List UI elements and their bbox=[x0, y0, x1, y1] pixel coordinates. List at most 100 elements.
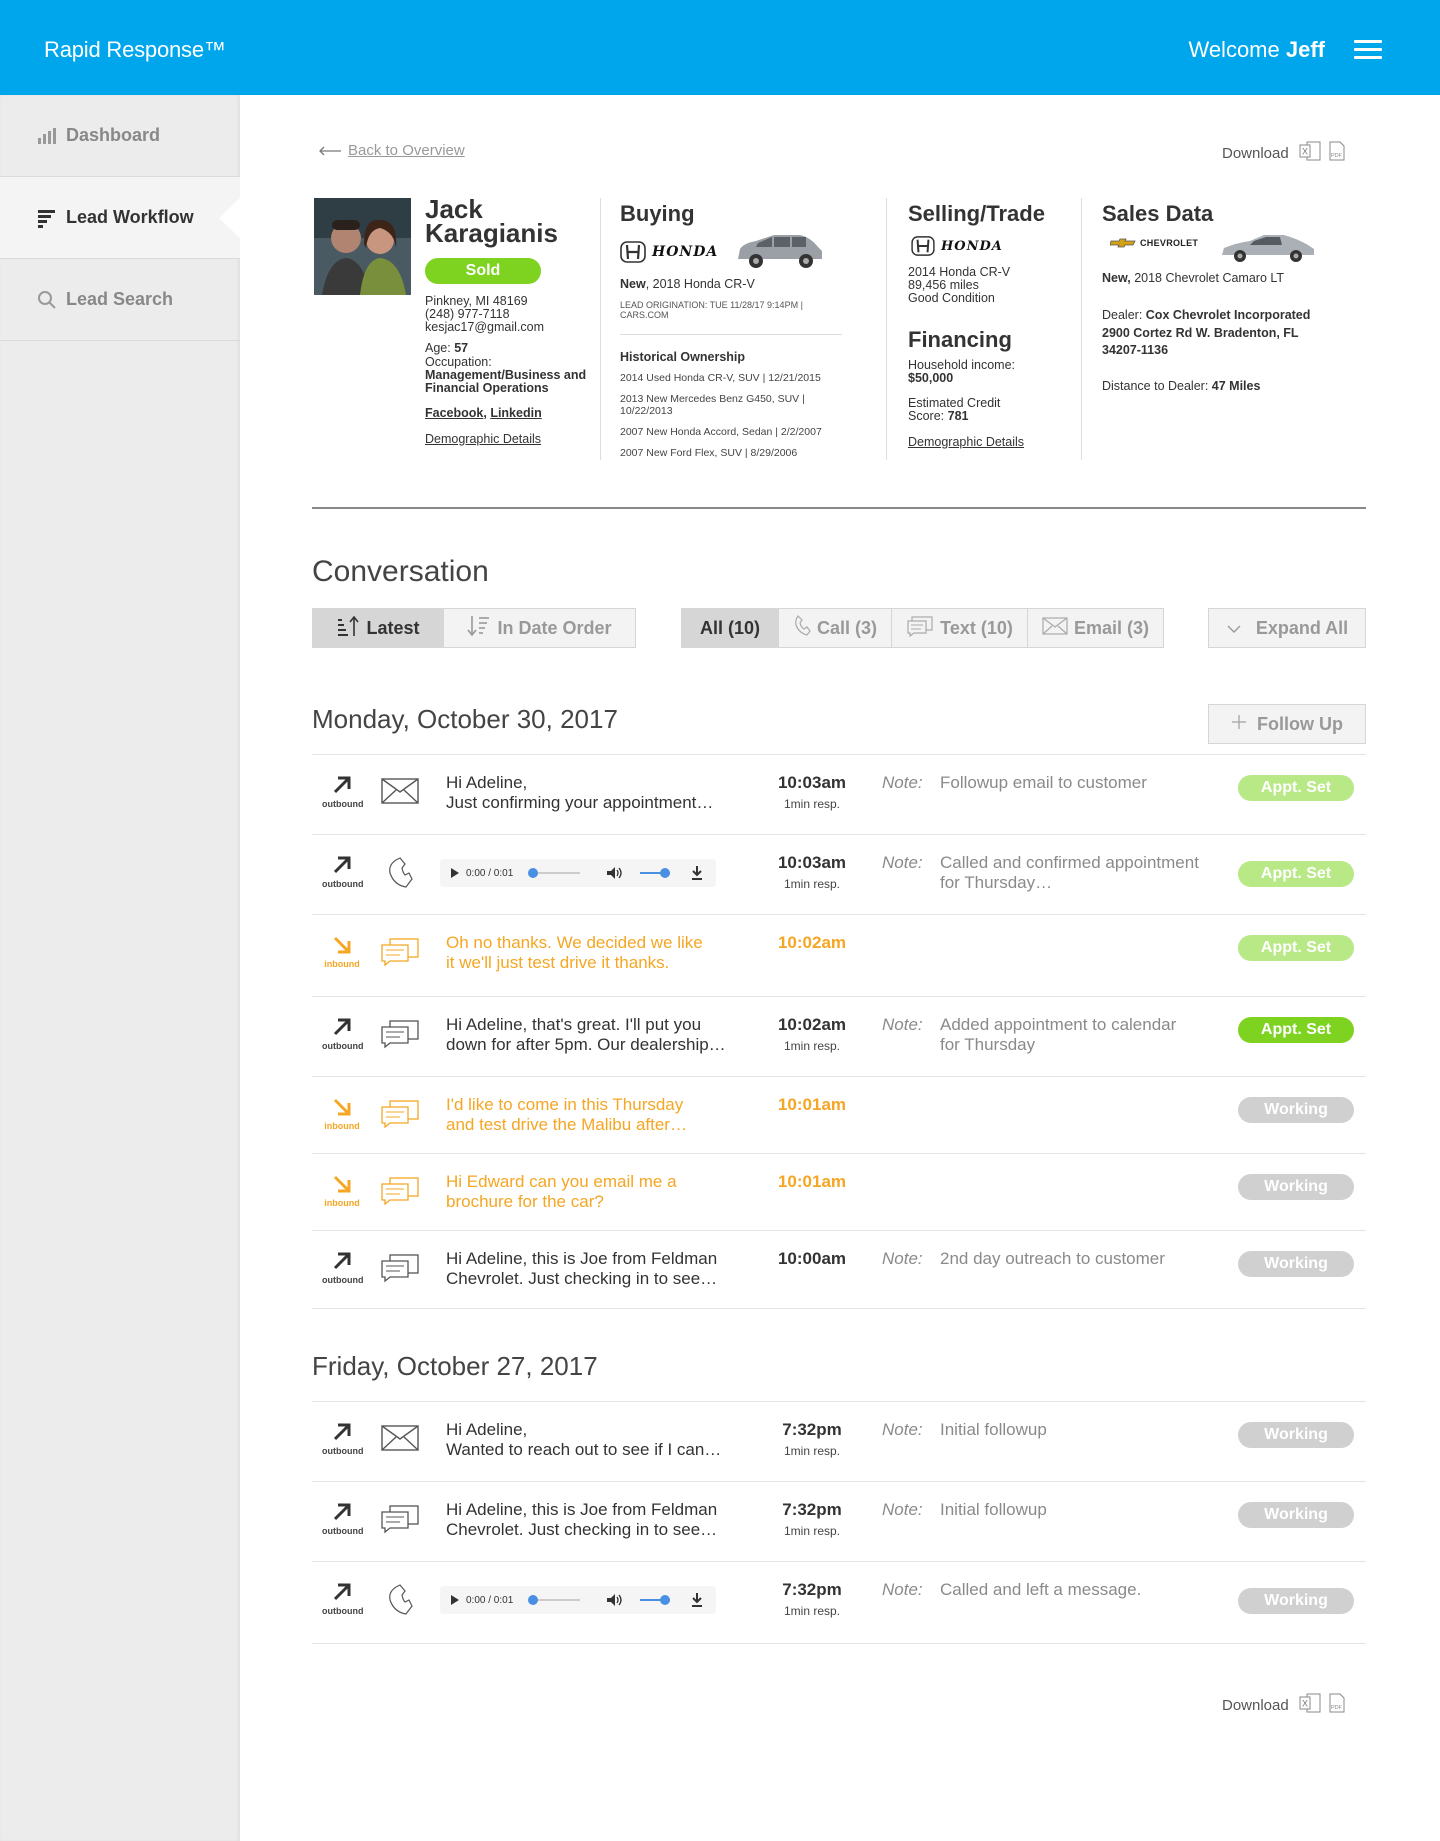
linkedin-link[interactable]: Linkedin bbox=[490, 406, 541, 420]
sidebar-item-label: Lead Workflow bbox=[66, 207, 194, 227]
play-icon[interactable] bbox=[450, 867, 460, 879]
distance-label: Distance to Dealer: bbox=[1102, 378, 1209, 393]
status-badge[interactable]: Appt. Set bbox=[1238, 861, 1354, 887]
arrow-outbound-icon bbox=[333, 856, 351, 874]
volume-icon[interactable] bbox=[606, 866, 624, 880]
arrow-left-icon bbox=[318, 143, 342, 160]
status-badge[interactable]: Working bbox=[1238, 1174, 1354, 1200]
download-icon[interactable] bbox=[690, 865, 704, 881]
audio-progress-thumb[interactable] bbox=[528, 868, 538, 878]
message-line: Just confirming your appointment… bbox=[446, 793, 714, 812]
hamburger-menu-icon[interactable] bbox=[1354, 40, 1382, 59]
lead-name: Jack Karagianis bbox=[425, 196, 558, 246]
lead-email[interactable]: kesjac17@gmail.com bbox=[425, 321, 595, 334]
arrow-inbound-icon bbox=[333, 1098, 351, 1116]
note: Note: Called and confirmed appointment fo… bbox=[882, 853, 1199, 897]
conversation-row[interactable]: inbound Oh no thanks. We decided we like i… bbox=[312, 915, 1366, 997]
sidebar-item-label: Dashboard bbox=[66, 125, 161, 145]
volume-track[interactable] bbox=[640, 868, 670, 878]
audio-progress-track[interactable] bbox=[528, 1595, 580, 1605]
play-icon[interactable] bbox=[450, 1594, 460, 1606]
credit-score: Estimated Credit Score: 781 bbox=[908, 397, 1038, 423]
note-label: Note: bbox=[882, 1580, 923, 1599]
conversation-row[interactable]: outbound Hi Adeline, Wanted to reach out t… bbox=[312, 1402, 1366, 1482]
follow-up-button[interactable]: Follow Up bbox=[1208, 704, 1366, 744]
status-badge[interactable]: Working bbox=[1238, 1502, 1354, 1528]
volume-icon[interactable] bbox=[606, 1593, 624, 1607]
direction-label: outbound bbox=[322, 1275, 364, 1285]
demographic-details-link[interactable]: Demographic Details bbox=[425, 432, 595, 446]
dealer-label: Dealer: bbox=[1102, 308, 1143, 322]
social-links: Facebook, Linkedin bbox=[425, 406, 595, 420]
time-value: 10:00am bbox=[777, 1249, 847, 1268]
sidebar-item-dashboard[interactable]: Dashboard bbox=[0, 95, 240, 177]
day-heading: Monday, October 30, 2017 bbox=[312, 704, 618, 734]
pdf-icon[interactable]: PDF bbox=[1329, 141, 1345, 165]
excel-icon[interactable]: X bbox=[1299, 1693, 1321, 1717]
status-badge[interactable]: Working bbox=[1238, 1422, 1354, 1448]
list-icon bbox=[36, 208, 58, 228]
status-badge[interactable]: Appt. Set bbox=[1238, 935, 1354, 961]
excel-icon[interactable]: X bbox=[1299, 141, 1321, 165]
message-time: 7:32pm 1min resp. bbox=[762, 1580, 862, 1618]
note-text: Added appointment to calendar for Thursd… bbox=[940, 1015, 1177, 1054]
day-heading: Friday, October 27, 2017 bbox=[312, 1351, 598, 1381]
audio-player[interactable]: 0:00 / 0:01 bbox=[440, 859, 716, 887]
demographic-details-link[interactable]: Demographic Details bbox=[908, 435, 1038, 449]
sidebar-item-lead-workflow[interactable]: Lead Workflow bbox=[0, 177, 241, 259]
filter-call-button[interactable]: Call (3) bbox=[778, 608, 892, 648]
filter-all-button[interactable]: All (10) bbox=[681, 608, 779, 648]
age-label: Age: bbox=[425, 341, 451, 356]
arrow-inbound-icon bbox=[333, 1175, 351, 1193]
conversation-row[interactable]: outbound Hi Adeline, this is Joe from Fel… bbox=[312, 1482, 1366, 1562]
direction-label: outbound bbox=[322, 1041, 364, 1051]
response-time: 1min resp. bbox=[783, 797, 841, 811]
filter-text-button[interactable]: Text (10) bbox=[891, 608, 1028, 648]
time-value: 7:32pm bbox=[782, 1580, 842, 1599]
status-badge[interactable]: Appt. Set bbox=[1238, 775, 1354, 801]
occupation-value: Management/Business and Financial Operat… bbox=[425, 367, 587, 395]
message-time: 7:32pm 1min resp. bbox=[762, 1420, 862, 1458]
conversation-row[interactable]: inbound I'd like to come in this Thursday… bbox=[312, 1077, 1366, 1154]
status-badge[interactable]: Working bbox=[1238, 1588, 1354, 1614]
conversation-row[interactable]: outbound Hi Adeline, this is Joe from Fel… bbox=[312, 1231, 1366, 1309]
sidebar-item-lead-search[interactable]: Lead Search bbox=[0, 259, 240, 341]
message-line: it we'll just test drive it thanks. bbox=[446, 953, 670, 972]
chevrolet-wordmark: CHEVROLET bbox=[1140, 238, 1199, 248]
conversation-row[interactable]: outbound 0:00 / 0:01 7:32pm 1min resp. Note:… bbox=[312, 1562, 1366, 1644]
download-icon[interactable] bbox=[690, 1592, 704, 1608]
status-badge[interactable]: Working bbox=[1238, 1097, 1354, 1123]
conversation-row[interactable]: outbound Hi Adeline, Just confirming your … bbox=[312, 755, 1366, 835]
history-item: 2007 New Honda Accord, Sedan | 2/2/2007 bbox=[620, 426, 822, 439]
sidebar: Dashboard Lead Workflow Lead Search bbox=[0, 95, 241, 1841]
audio-progress-track[interactable] bbox=[528, 868, 580, 878]
volume-thumb[interactable] bbox=[660, 868, 670, 878]
facebook-link[interactable]: Facebook bbox=[425, 406, 483, 420]
audio-player[interactable]: 0:00 / 0:01 bbox=[440, 1586, 716, 1614]
pdf-icon[interactable]: PDF bbox=[1329, 1693, 1345, 1717]
status-badge[interactable]: Working bbox=[1238, 1251, 1354, 1277]
sidebar-item-label: Lead Search bbox=[66, 289, 174, 309]
status-badge[interactable]: Appt. Set bbox=[1238, 1017, 1354, 1043]
volume-track[interactable] bbox=[640, 1595, 670, 1605]
direction-inbound: inbound bbox=[322, 1172, 362, 1208]
note: Note: 2nd day outreach to customer bbox=[882, 1249, 1192, 1293]
conversation-row[interactable]: outbound 0:00 / 0:01 10:03am 1min resp. Note… bbox=[312, 835, 1366, 915]
volume-thumb[interactable] bbox=[660, 1595, 670, 1605]
back-link[interactable]: Back to Overview bbox=[318, 142, 465, 160]
expand-all-button[interactable]: Expand All bbox=[1208, 608, 1366, 648]
conversation-row[interactable]: inbound Hi Edward can you email me a broch… bbox=[312, 1154, 1366, 1231]
direction-label: inbound bbox=[324, 1121, 360, 1131]
sort-date-order-button[interactable]: In Date Order bbox=[443, 608, 636, 648]
phone-icon bbox=[380, 857, 420, 889]
dealer-info: Dealer: Cox Chevrolet Incorporated 2900 … bbox=[1102, 307, 1352, 395]
divider bbox=[620, 334, 842, 335]
chat-icon bbox=[380, 1019, 420, 1051]
sales-vehicle-name: 2018 Chevrolet Camaro LT bbox=[1134, 271, 1285, 285]
audio-progress-thumb[interactable] bbox=[528, 1595, 538, 1605]
conversation-row[interactable]: outbound Hi Adeline, that's great. I'll p… bbox=[312, 997, 1366, 1077]
filter-email-button[interactable]: Email (3) bbox=[1027, 608, 1164, 648]
sort-latest-button[interactable]: Latest bbox=[312, 608, 444, 648]
app-title[interactable]: Rapid Response™ bbox=[44, 37, 226, 63]
dealer-address: 2900 Cortez Rd W. Bradenton, FL bbox=[1102, 325, 1299, 340]
